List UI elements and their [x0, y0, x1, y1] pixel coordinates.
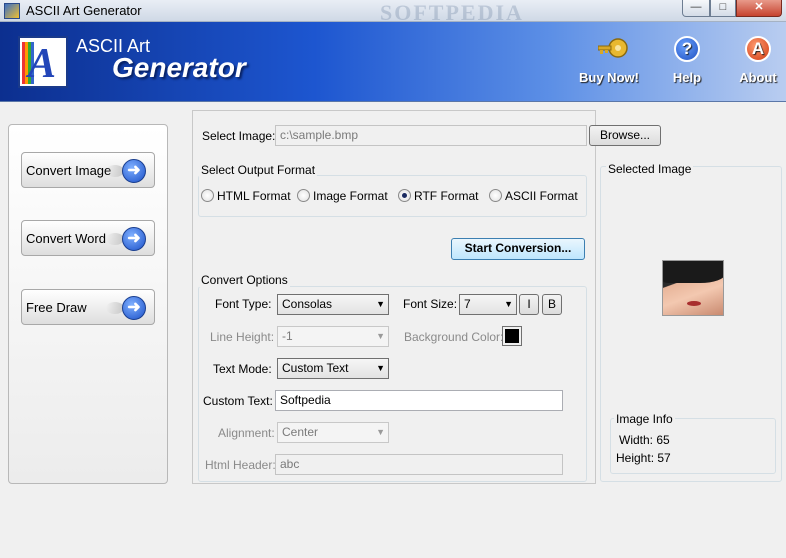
header-banner: A ASCII Art Generator Buy Now! ? Help A …	[0, 22, 786, 102]
buy-now-button[interactable]: Buy Now!	[574, 36, 644, 96]
arrow-right-icon: ➜	[122, 159, 146, 183]
font-size-value: 7	[464, 297, 471, 311]
alignment-value: Center	[282, 425, 319, 439]
line-height-value: -1	[282, 329, 293, 343]
ascii-format-label[interactable]: ASCII Format	[505, 189, 578, 203]
arrow-right-icon: ➜	[122, 227, 146, 251]
alignment-label: Alignment:	[218, 426, 275, 440]
select-image-label: Select Image:	[202, 129, 276, 143]
selected-image-preview	[662, 260, 724, 316]
chevron-down-icon: ▼	[376, 363, 385, 373]
custom-text-input[interactable]: Softpedia	[275, 390, 563, 411]
buy-now-label: Buy Now!	[579, 70, 639, 85]
text-mode-label: Text Mode:	[213, 362, 272, 376]
text-mode-value: Custom Text	[282, 361, 349, 375]
select-image-input[interactable]: c:\sample.bmp	[275, 125, 587, 146]
font-size-label: Font Size:	[403, 297, 458, 311]
background-color-button[interactable]	[502, 326, 522, 346]
about-icon: A	[745, 36, 771, 62]
browse-button[interactable]: Browse...	[589, 125, 661, 146]
about-button[interactable]: A About	[734, 36, 782, 96]
chevron-down-icon: ▼	[376, 299, 385, 309]
close-button[interactable]: ✕	[736, 0, 782, 17]
app-title-line2: Generator	[112, 52, 246, 83]
nav-item-label: Free Draw	[26, 300, 87, 315]
convert-options-title: Convert Options	[199, 273, 290, 287]
html-header-label: Html Header:	[205, 458, 276, 472]
nav-item-label: Convert Word	[26, 231, 106, 246]
image-height: Height: 57	[616, 451, 671, 465]
image-width: Width: 65	[619, 433, 670, 447]
font-type-select[interactable]: Consolas ▼	[277, 294, 389, 315]
nav-item-label: Convert Image	[26, 163, 112, 178]
photo-hair	[663, 261, 723, 283]
html-format-label[interactable]: HTML Format	[217, 189, 291, 203]
main-panel: Select Image: c:\sample.bmp Browse... Se…	[192, 110, 661, 484]
image-info-title: Image Info	[614, 412, 675, 426]
font-size-select[interactable]: 7 ▼	[459, 294, 517, 315]
output-format-title: Select Output Format	[199, 163, 318, 177]
selected-image-title: Selected Image	[606, 162, 694, 176]
background-color-label: Background Color:	[404, 330, 504, 344]
sidebar: Convert Image ➜ Convert Word ➜ Free Draw…	[8, 124, 168, 484]
rtf-format-radio[interactable]	[398, 189, 411, 202]
ascii-format-radio[interactable]	[489, 189, 502, 202]
html-header-input[interactable]: abc	[275, 454, 563, 475]
chevron-down-icon: ▼	[504, 299, 513, 309]
help-label: Help	[672, 70, 702, 85]
alignment-select[interactable]: Center ▼	[277, 422, 389, 443]
bold-button[interactable]: B	[542, 294, 562, 315]
italic-button[interactable]: I	[519, 294, 539, 315]
chevron-down-icon: ▼	[376, 427, 385, 437]
chevron-down-icon: ▼	[376, 331, 385, 341]
start-conversion-button[interactable]: Start Conversion...	[451, 238, 585, 260]
arrow-right-icon: ➜	[122, 296, 146, 320]
image-format-label[interactable]: Image Format	[313, 189, 388, 203]
photo-lips	[687, 301, 701, 306]
text-mode-select[interactable]: Custom Text ▼	[277, 358, 389, 379]
minimize-button[interactable]: —	[682, 0, 710, 17]
logo-letter: A	[28, 41, 57, 87]
maximize-button[interactable]: □	[710, 0, 736, 17]
color-swatch	[505, 329, 519, 343]
convert-options-group	[198, 286, 587, 482]
about-label: About	[739, 70, 777, 85]
key-icon	[598, 38, 628, 58]
html-format-radio[interactable]	[201, 189, 214, 202]
title-bar: ASCII Art Generator SOFTPEDIA — □ ✕	[0, 0, 786, 25]
help-icon: ?	[674, 36, 700, 62]
font-type-value: Consolas	[282, 297, 333, 311]
font-type-label: Font Type:	[215, 297, 272, 311]
nav-convert-word-button[interactable]: Convert Word ➜	[21, 220, 155, 256]
custom-text-label: Custom Text:	[203, 394, 273, 408]
help-button[interactable]: ? Help	[660, 36, 714, 96]
rtf-format-label[interactable]: RTF Format	[414, 189, 478, 203]
line-height-select[interactable]: -1 ▼	[277, 326, 389, 347]
line-height-label: Line Height:	[210, 330, 275, 344]
selected-image-panel: Selected Image Image Info Width: 65 Heig…	[600, 158, 782, 482]
nav-free-draw-button[interactable]: Free Draw ➜	[21, 289, 155, 325]
logo-icon: A	[18, 36, 68, 88]
window-title: ASCII Art Generator	[26, 3, 142, 18]
nav-convert-image-button[interactable]: Convert Image ➜	[21, 152, 155, 188]
app-icon	[4, 3, 20, 19]
image-format-radio[interactable]	[297, 189, 310, 202]
